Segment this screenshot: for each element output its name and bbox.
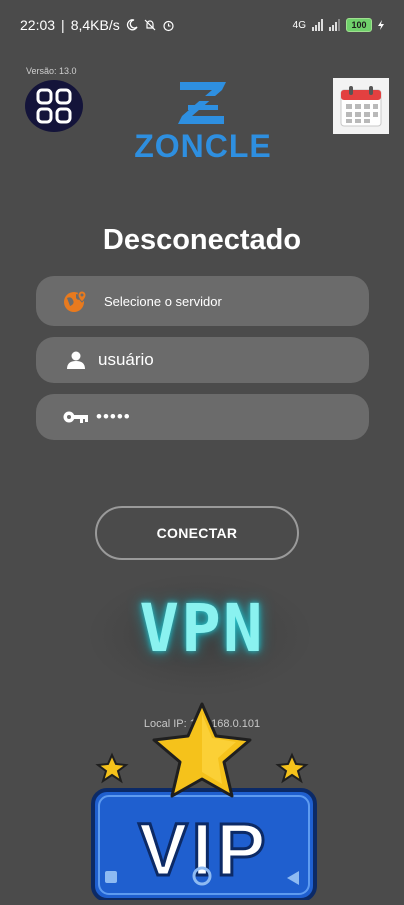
separator: | — [61, 17, 65, 33]
battery-icon: 100 — [346, 18, 372, 32]
logo-text: ZONCLE — [134, 128, 272, 164]
logo-z-icon — [178, 82, 226, 124]
key-icon — [62, 410, 90, 424]
server-selector[interactable]: Selecione o servidor — [36, 276, 369, 326]
recent-apps-icon[interactable] — [104, 870, 118, 884]
status-bar: 22:03 | 8,4KB/s 4G 100 — [0, 0, 404, 50]
password-field[interactable]: ••••• — [36, 394, 369, 440]
calendar-button[interactable] — [333, 78, 389, 134]
menu-button[interactable] — [25, 80, 83, 132]
connection-status: Desconectado — [102, 224, 302, 256]
globe-pin-icon — [62, 289, 90, 313]
connect-button[interactable]: CONECTAR — [95, 506, 299, 560]
alarm-icon — [163, 20, 174, 31]
app-version: Versão: 13.0 — [26, 66, 77, 76]
big-star-icon — [152, 702, 252, 798]
app-logo: ZONCLE — [128, 78, 278, 168]
network-speed: 8,4KB/s — [70, 17, 120, 33]
moon-icon — [126, 19, 138, 31]
clock: 22:03 — [20, 17, 56, 33]
username-field[interactable]: usuário — [36, 337, 369, 383]
charging-icon — [378, 20, 384, 30]
password-value: ••••• — [96, 407, 131, 426]
status-right: 4G 100 — [293, 18, 384, 32]
back-icon[interactable] — [286, 870, 300, 886]
server-label: Selecione o servidor — [104, 293, 222, 309]
home-icon[interactable] — [192, 866, 212, 886]
grid-icon — [36, 88, 72, 124]
person-icon — [62, 350, 90, 370]
bell-muted-icon — [144, 19, 156, 31]
small-star-right-icon — [275, 752, 309, 784]
username-value: usuário — [98, 350, 154, 369]
status-left: 22:03 | 8,4KB/s — [20, 17, 175, 33]
calendar-icon — [340, 86, 382, 127]
small-star-left-icon — [95, 752, 129, 784]
signal-2-icon — [329, 19, 340, 31]
system-nav-bar — [0, 862, 404, 900]
signal-icon — [312, 19, 323, 31]
network-type: 4G — [292, 19, 306, 31]
vpn-banner: VPN — [139, 590, 265, 667]
